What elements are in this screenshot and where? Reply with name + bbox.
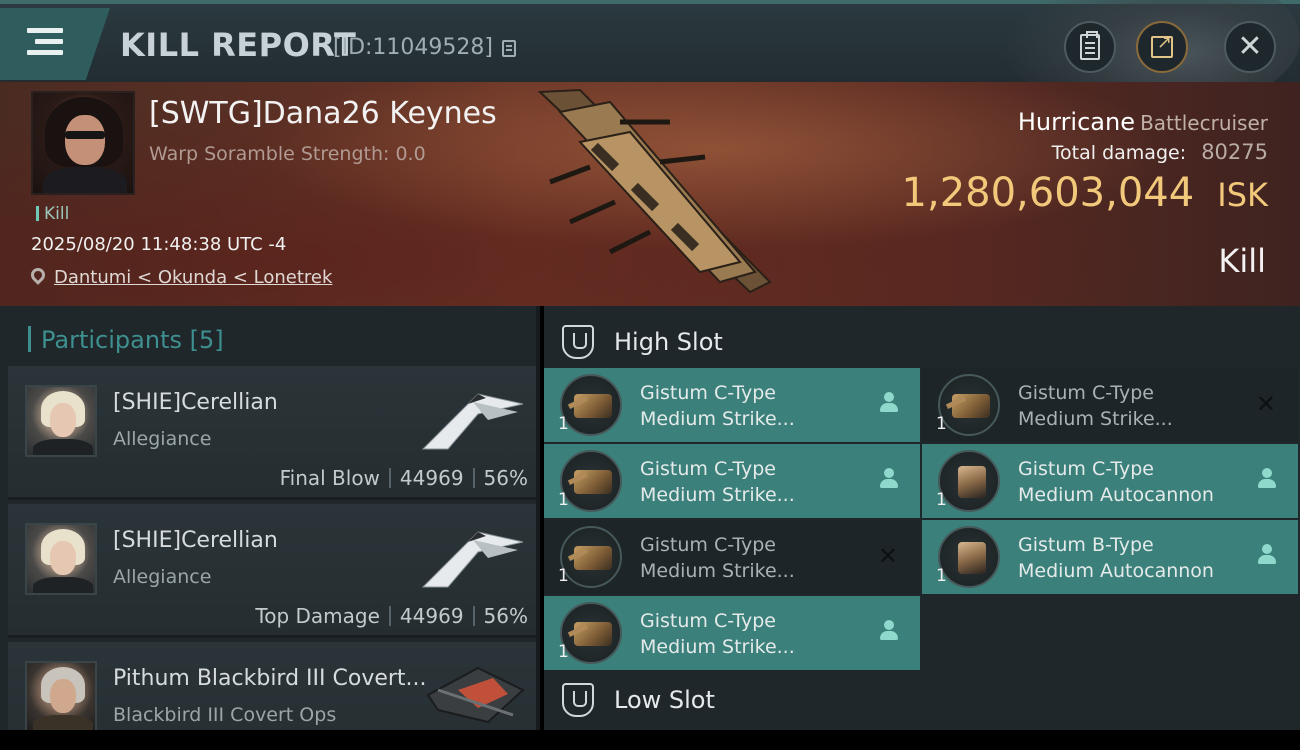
autocannon-icon — [938, 450, 1000, 512]
module-name: Gistum C-Type Medium Strike... — [640, 534, 795, 582]
kill-tag: Kill — [36, 204, 69, 224]
module-slot[interactable]: 1 Gistum C-Type Medium Strike... ✕ — [544, 520, 920, 594]
module-slot[interactable]: 1 Gistum C-Type Medium Strike... — [544, 368, 920, 442]
location-link[interactable]: Dantumi < Okunda < Lonetrek — [54, 267, 332, 288]
module-quantity: 1 — [558, 414, 569, 434]
low-slot-header: Low Slot — [562, 680, 715, 720]
module-quantity: 1 — [558, 566, 569, 586]
victim-ship-image[interactable] — [520, 82, 790, 306]
total-damage-label: Total damage: — [1051, 142, 1187, 164]
participant-name: [SHIE]Cerellian — [113, 528, 278, 553]
kill-result: Kill — [1218, 242, 1266, 280]
total-damage-value: 80275 — [1201, 140, 1268, 164]
menu-icon — [27, 28, 63, 33]
participant-name: [SHIE]Cerellian — [113, 390, 278, 415]
victim-portrait[interactable] — [31, 91, 135, 195]
top-bar: KILL REPORT [ID:11049528] ✕ — [0, 0, 1300, 114]
module-slot[interactable]: 1 Gistum C-Type Medium Autocannon — [922, 444, 1298, 518]
destroyed-x-icon: ✕ — [877, 542, 898, 570]
high-slot-icon — [562, 325, 594, 359]
module-name: Gistum C-Type Medium Strike... — [640, 458, 795, 506]
close-icon: ✕ — [1237, 29, 1263, 64]
module-quantity: 1 — [936, 566, 947, 586]
fitted-person-icon — [880, 468, 898, 490]
dark-cruiser-icon — [426, 666, 525, 724]
share-icon — [1151, 32, 1173, 58]
participant-card[interactable]: [SHIE]Cerellian Allegiance Top Damage 449… — [8, 504, 536, 638]
clipboard-icon — [1080, 31, 1100, 60]
participant-portrait — [25, 523, 97, 595]
high-slot-header: High Slot — [562, 322, 723, 362]
participants-header: Participants [5] — [28, 326, 224, 354]
victim-name: [SWTG]Dana26 Keynes — [149, 96, 497, 131]
participant-affiliation: Allegiance — [113, 428, 212, 450]
share-button[interactable] — [1136, 21, 1188, 73]
torpedo-launcher-icon — [560, 602, 622, 664]
module-name: Gistum C-Type Medium Strike... — [640, 382, 795, 430]
high-slot-label: High Slot — [614, 328, 723, 356]
low-slot-label: Low Slot — [614, 686, 715, 714]
module-name: Gistum B-Type Medium Autocannon — [1018, 534, 1214, 582]
participant-card[interactable]: Pithum Blackbird III Covert... Blackbird… — [8, 642, 536, 730]
module-quantity: 1 — [936, 414, 947, 434]
participant-role: Final Blow — [279, 466, 380, 490]
isk-value-line: 1,280,603,044 ISK — [902, 170, 1268, 216]
ship-name[interactable]: Hurricane — [1018, 108, 1135, 136]
clipboard-button[interactable] — [1064, 21, 1116, 73]
bottom-bar — [0, 730, 1300, 750]
torpedo-launcher-icon — [560, 450, 622, 512]
report-id: [ID:11049528] — [333, 35, 493, 60]
autocannon-icon — [938, 526, 1000, 588]
kill-datetime: 2025/08/20 11:48:38 UTC -4 — [31, 234, 287, 255]
copy-id-icon[interactable] — [502, 40, 516, 57]
location-pin-icon — [28, 265, 48, 285]
participant-name: Pithum Blackbird III Covert... — [113, 666, 427, 691]
isk-unit: ISK — [1217, 176, 1268, 214]
participant-portrait — [25, 661, 97, 730]
fitted-person-icon — [880, 620, 898, 642]
module-quantity: 1 — [558, 490, 569, 510]
module-quantity: 1 — [558, 642, 569, 662]
victim-banner: [SWTG]Dana26 Keynes Warp Soramble Streng… — [0, 82, 1300, 306]
fitted-person-icon — [1258, 468, 1276, 490]
module-name: Gistum C-Type Medium Strike... — [640, 610, 795, 658]
participant-percent: 56% — [483, 604, 528, 628]
isk-value: 1,280,603,044 — [901, 170, 1195, 216]
module-slot[interactable]: 1 Gistum C-Type Medium Strike... — [544, 596, 920, 670]
participants-panel[interactable]: Participants [5] [SHIE]Cerellian Allegia… — [0, 306, 540, 730]
torpedo-launcher-icon — [938, 374, 1000, 436]
participant-stats: Top Damage 44969 56% — [255, 604, 528, 628]
page-title: KILL REPORT — [120, 26, 357, 64]
participant-role: Top Damage — [255, 604, 380, 628]
ship-type-line: Hurricane Battlecruiser — [1018, 108, 1268, 136]
warp-scramble-strength: Warp Soramble Strength: 0.0 — [149, 143, 426, 165]
destroyed-x-icon: ✕ — [1255, 390, 1276, 418]
fitted-person-icon — [1258, 544, 1276, 566]
module-slot[interactable]: 1 Gistum C-Type Medium Strike... — [544, 444, 920, 518]
participant-damage: 44969 — [399, 604, 464, 628]
participant-damage: 44969 — [399, 466, 464, 490]
module-quantity: 1 — [936, 490, 947, 510]
participant-percent: 56% — [483, 466, 528, 490]
module-slot[interactable]: 1 Gistum B-Type Medium Autocannon — [922, 520, 1298, 594]
fitted-person-icon — [880, 392, 898, 414]
participant-portrait — [25, 385, 97, 457]
module-name: Gistum C-Type Medium Autocannon — [1018, 458, 1214, 506]
white-frigate-icon — [421, 393, 524, 450]
participant-affiliation: Blackbird III Covert Ops — [113, 704, 337, 726]
close-button[interactable]: ✕ — [1224, 21, 1276, 73]
menu-button[interactable] — [0, 8, 110, 80]
torpedo-launcher-icon — [560, 526, 622, 588]
module-slot[interactable]: 1 Gistum C-Type Medium Strike... ✕ — [922, 368, 1298, 442]
participant-affiliation: Allegiance — [113, 566, 212, 588]
total-damage-line: Total damage: 80275 — [1052, 140, 1268, 164]
module-name: Gistum C-Type Medium Strike... — [1018, 382, 1173, 430]
torpedo-launcher-icon — [560, 374, 622, 436]
ship-class: Battlecruiser — [1140, 111, 1268, 135]
low-slot-icon — [562, 683, 594, 717]
participant-stats: Final Blow 44969 56% — [280, 466, 528, 490]
white-frigate-icon — [421, 531, 524, 588]
participant-card[interactable]: [SHIE]Cerellian Allegiance Final Blow 449… — [8, 366, 536, 500]
fitting-panel[interactable]: High Slot 1 Gistum C-Type Medium Strike..… — [544, 306, 1300, 730]
